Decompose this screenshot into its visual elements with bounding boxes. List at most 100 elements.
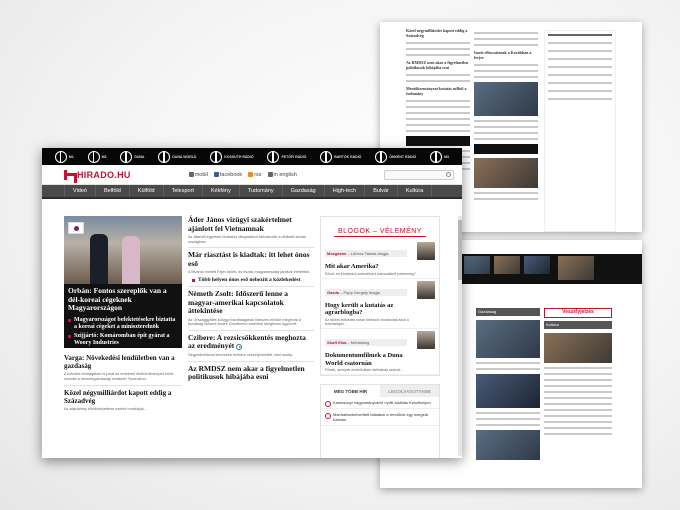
bg-photo [476, 374, 540, 408]
hero-photo[interactable] [64, 216, 182, 284]
site-logo[interactable]: HIRADO.HU [64, 169, 131, 183]
hero-related-link[interactable]: Magyarországot befektetésekre biztatta a… [64, 316, 182, 332]
blog-author: Mozgásmi – Lőrincz Tamás blogja [325, 250, 407, 257]
hirado-logo-icon [64, 169, 77, 183]
article-title[interactable]: Közel négymilliárdot kapott eddig a Száz… [64, 389, 182, 405]
blog-title[interactable]: Dokumentumfilmek a Duna World csatornán [325, 352, 415, 367]
nav-video[interactable]: Videó [64, 185, 96, 197]
nav-kekfeny[interactable]: Kékfény [203, 185, 240, 197]
middle-article-list: Áder János vízügyi szakértelmet ajánlott… [188, 215, 314, 384]
channel-logo-icon [430, 150, 443, 163]
content-area: Orbán: Fontos szereplők van a dél-koreai… [64, 215, 456, 458]
avatar [417, 242, 435, 260]
blog-lead: Filmek, amelyek érdeklődésre tarthatnak … [325, 368, 404, 373]
video-play-icon[interactable] [236, 343, 243, 350]
article-lead: Az alapítvány elnökhelyettese szerint mu… [64, 407, 147, 412]
blog-lead: Az utóbbi évtizedek során többször lecsi… [325, 317, 409, 326]
globe-icon [267, 171, 273, 177]
article-lead: Negyedmillióval kevesebb embere veszélye… [188, 352, 294, 357]
avatar [417, 280, 435, 299]
bg-section-title: Gazdaság [476, 308, 540, 316]
blog-author: Gazda – Papp Gergely blogja [325, 288, 407, 296]
channel-logo-icon [267, 150, 280, 163]
channel-logo-icon [375, 150, 388, 163]
search-icon[interactable] [446, 171, 451, 177]
channel-kossuth[interactable]: KOSSUTH RÁDIÓ [210, 150, 254, 163]
scrollbar[interactable] [458, 216, 462, 456]
bg-video-thumb [558, 256, 594, 280]
bg-article-title: Ismét elbocsátanak a Korábban a ferjre [474, 50, 532, 60]
channel-m1[interactable]: M1 [54, 150, 74, 163]
bg-photo [474, 158, 538, 188]
channel-logo-icon [320, 150, 333, 163]
tab-more-news[interactable]: MÉG TÖBB HÍR [321, 385, 380, 397]
related-link[interactable]: Több helyen ónos eső nehezíti a közleked… [188, 277, 314, 284]
list-item[interactable]: Karácsonyi hagyományokról nyílik kiállít… [321, 397, 439, 409]
nav-kultura[interactable]: Kultúra [398, 185, 433, 197]
channel-logo-icon [210, 150, 223, 163]
blog-header[interactable]: BLOGOK – VÉLEMÉNY [334, 228, 426, 237]
channel-bar: M1 M2 DUNA DUNA WORLD KOSSUTH RÁDIÓ PETŐ… [42, 148, 462, 165]
avatar [417, 331, 435, 350]
nav-belfold[interactable]: Belföld [96, 185, 130, 197]
blog-title[interactable]: Hogy került a kutatás az agrárblogba? [325, 302, 415, 317]
nav-tudomany[interactable]: Tudomány [240, 185, 283, 197]
channel-logo-icon [158, 150, 171, 163]
blog-item[interactable]: Skoff Elsa – Médiablog Dokumentumfilmek … [321, 329, 439, 376]
blog-box: BLOGOK – VÉLEMÉNY Mozgásmi – Lőrincz Tam… [320, 216, 440, 376]
tab-most-read[interactable]: LEGOLVASOTTABB [380, 385, 439, 397]
nav-telesport[interactable]: Telesport [164, 185, 203, 197]
bg-video-thumb [494, 256, 520, 274]
rss-link[interactable]: rss [248, 172, 262, 178]
mobile-icon [188, 171, 194, 177]
facebook-icon [213, 171, 219, 177]
channel-petofi[interactable]: PETŐFI RÁDIÓ [267, 150, 306, 163]
search-input[interactable] [384, 169, 454, 180]
main-screenshot: M1 M2 DUNA DUNA WORLD KOSSUTH RÁDIÓ PETŐ… [42, 148, 462, 458]
news-tabs: MÉG TÖBB HÍR LEGOLVASOTTABB Karácsonyi h… [320, 384, 440, 458]
nav-kulfold[interactable]: Külföld [130, 185, 164, 197]
bg-video-thumb [524, 256, 550, 274]
bg-section-title: Kultúra [544, 321, 612, 329]
nav-gazdasag[interactable]: Gazdaság [283, 185, 325, 197]
channel-m2[interactable]: M2 [87, 150, 106, 163]
blog-author: Skoff Elsa – Médiablog [325, 339, 407, 347]
facebook-link[interactable]: facebook [213, 171, 242, 178]
bg-article-title: Közel négymilliárdot kapott eddig a Száz… [406, 28, 468, 38]
article-title[interactable]: Áder János vízügyi szakértelmet ajánlott… [188, 215, 314, 233]
bg-photo [476, 430, 540, 460]
bg-video-thumb [464, 256, 490, 274]
channel-logo-icon [54, 150, 67, 163]
channel-bartok[interactable]: BARTÓK RÁDIÓ [320, 150, 361, 163]
channel-logo-icon [120, 150, 133, 163]
blog-item[interactable]: Mozgásmi – Lőrincz Tamás blogja Mit akar… [321, 240, 439, 279]
channel-m3[interactable]: M3 [430, 150, 449, 163]
left-article-list: Varga: Növekedési lendületben van a gazd… [64, 354, 182, 416]
article-title[interactable]: Az RMDSZ nem akar a figyelmetlen politik… [188, 364, 314, 382]
channel-onkent[interactable]: ÖNKÉNT RÁDIÓ [375, 150, 416, 163]
article-title[interactable]: Czibere: A rezsicsökkentés meghozta az e… [188, 333, 314, 351]
nav-bulvar[interactable]: Bulvár [365, 185, 398, 197]
article-title[interactable]: Németh Zsolt: Időszerű lenne a magyar-am… [188, 290, 314, 316]
bg-article-title: Az RMDSZ nem akar a figyelmetlen politik… [406, 60, 469, 70]
bg-photo [544, 333, 612, 363]
english-link[interactable]: in english [267, 171, 297, 178]
header-tools: mobil facebook rss in english [188, 171, 297, 178]
mobile-link[interactable]: mobil [188, 171, 208, 178]
list-item[interactable]: Manhattanbelvetített találatok a rendőrö… [321, 409, 439, 426]
channel-duna[interactable]: DUNA [120, 150, 144, 163]
stage: Közel négymilliárdot kapott eddig a Száz… [0, 0, 680, 510]
article-title[interactable]: Varga: Növekedési lendületben van a gazd… [64, 354, 182, 370]
blog-title[interactable]: Mit akar Amerika? [325, 263, 415, 271]
nav-hightech[interactable]: High-tech [325, 185, 366, 197]
channel-logo-icon [87, 150, 100, 163]
brand-row: HIRADO.HU mobil facebook rss in english [42, 165, 462, 185]
hero-article[interactable]: Orbán: Fontos szereplők van a dél-koreai… [64, 216, 182, 348]
article-title[interactable]: Már riasztást is kiadtak: itt lehet ónos… [188, 250, 314, 268]
article-lead: A bővülés önmagában is jóval az emberek … [64, 372, 176, 381]
channel-duna-world[interactable]: DUNA WORLD [158, 150, 196, 163]
hero-title[interactable]: Orbán: Fontos szereplők van a dél-koreai… [64, 284, 182, 316]
blog-item[interactable]: Gazda – Papp Gergely blogja Hogy került … [321, 279, 439, 330]
bg-warning-badge: Veszélyjelzés [544, 308, 612, 318]
hero-related-link[interactable]: Szijjártó: Komáromban épít gyárat a Woor… [64, 332, 182, 348]
